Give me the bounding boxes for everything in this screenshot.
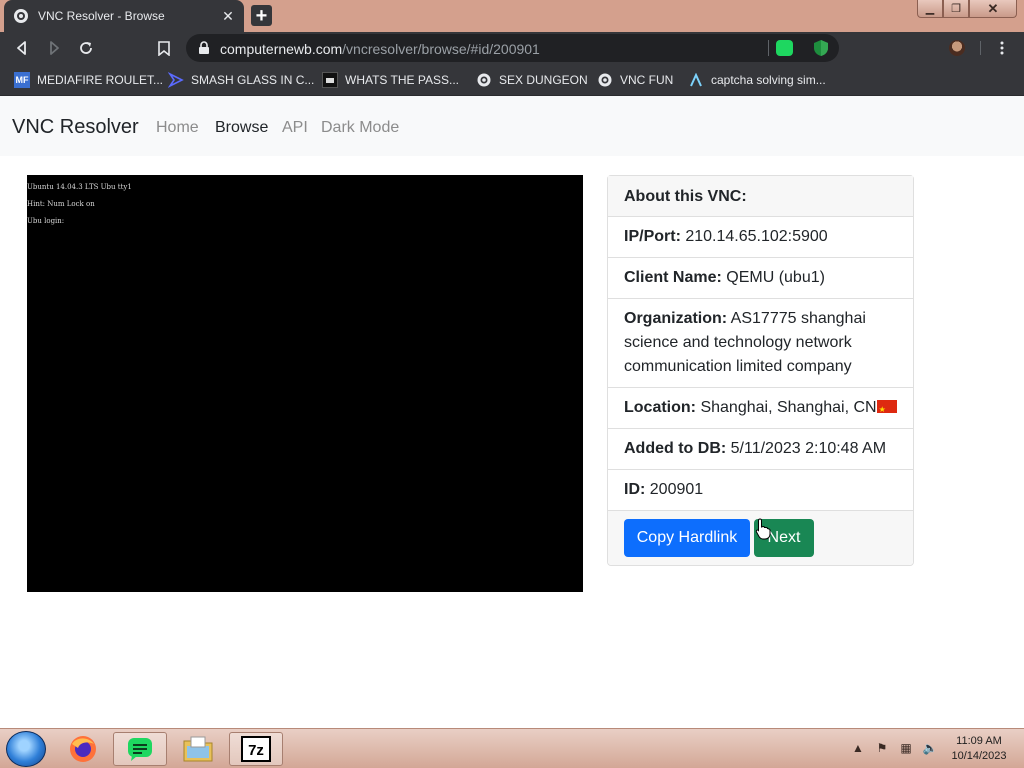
vnc-screenshot: Ubuntu 14.04.3 LTS Ubu tty1 Hint: Num Lo… xyxy=(27,175,583,592)
clock-date: 10/14/2023 xyxy=(951,750,1007,762)
bookmark-label: MEDIAFIRE ROULET... xyxy=(37,73,164,87)
card-header: About this VNC: xyxy=(608,176,913,217)
taskbar-clock[interactable]: 11:09 AM 10/14/2023 xyxy=(948,734,1010,764)
hand-cursor-icon xyxy=(755,518,771,540)
clock-time: 11:09 AM xyxy=(956,735,1002,747)
added-value: 5/11/2023 2:10:48 AM xyxy=(730,440,887,457)
client-value: QEMU (ubu1) xyxy=(726,269,825,286)
bookmark-icon xyxy=(158,40,170,56)
nav-api[interactable]: API xyxy=(282,119,308,137)
vnc-eye-icon xyxy=(597,72,613,88)
show-hidden-icons-button[interactable]: ▲ xyxy=(849,739,867,757)
bookmark-label: SMASH GLASS IN C... xyxy=(191,73,315,87)
bookmark-label: WHATS THE PASS... xyxy=(345,73,460,87)
window-maximize-button[interactable]: ❐ xyxy=(943,0,969,18)
vnc-console-line: Hint: Num Lock on xyxy=(27,200,95,208)
vnc-console-line: Ubuntu 14.04.3 LTS Ubu tty1 xyxy=(27,183,132,191)
toolbar-divider xyxy=(980,41,981,55)
vnc-resolver-favicon-icon xyxy=(14,9,28,23)
taskbar-7zip[interactable]: 7z xyxy=(229,732,283,766)
china-flag-icon xyxy=(876,398,897,422)
network-icon[interactable]: ▦ xyxy=(897,739,915,757)
bookmark-vnc-fun[interactable]: VNC FUN xyxy=(597,64,673,96)
back-arrow-icon xyxy=(17,41,26,55)
taskbar-chat-app[interactable] xyxy=(113,732,167,766)
smash-glass-icon xyxy=(168,72,184,88)
site-brand[interactable]: VNC Resolver xyxy=(12,116,139,139)
detail-client-name: Client Name: QEMU (ubu1) xyxy=(608,258,913,299)
taskbar-firefox[interactable] xyxy=(56,732,110,766)
volume-icon[interactable]: 🔈 xyxy=(921,739,939,757)
bookmark-button[interactable] xyxy=(154,38,174,58)
taskbar-file-explorer[interactable] xyxy=(171,732,225,766)
detail-added-to-db: Added to DB: 5/11/2023 2:10:48 AM xyxy=(608,429,913,470)
detail-location: Location: Shanghai, Shanghai, CN xyxy=(608,388,913,429)
org-label: Organization: xyxy=(624,310,728,327)
bookmark-sex-dungeon[interactable]: SEX DUNGEON xyxy=(476,64,588,96)
bookmark-label: SEX DUNGEON xyxy=(499,73,588,87)
back-button[interactable] xyxy=(12,38,32,58)
omnibox-divider xyxy=(768,40,769,56)
vnc-details-card: About this VNC: IP/Port: 210.14.65.102:5… xyxy=(607,175,914,566)
browser-tab[interactable]: VNC Resolver - Browse ✕ xyxy=(4,0,244,32)
detail-ip-port: IP/Port: 210.14.65.102:5900 xyxy=(608,217,913,258)
lock-icon xyxy=(199,41,209,54)
svg-text:7z: 7z xyxy=(248,742,264,759)
nav-browse[interactable]: Browse xyxy=(215,119,268,137)
tab-close-icon[interactable]: ✕ xyxy=(220,8,236,24)
nav-dark-mode[interactable]: Dark Mode xyxy=(321,119,399,137)
new-tab-button[interactable]: + xyxy=(251,5,272,26)
browser-menu-button[interactable] xyxy=(992,38,1012,58)
browser-titlebar: VNC Resolver - Browse ✕ + ▁ ❐ ✕ xyxy=(0,0,1024,32)
address-bar[interactable]: computernewb.com/vncresolver/browse/#id/… xyxy=(186,34,839,62)
vnc-console-line: Ubu login: xyxy=(27,217,65,225)
action-center-flag-icon[interactable]: ⚑ xyxy=(873,739,891,757)
forward-arrow-icon xyxy=(50,41,59,55)
bookmark-label: captcha solving sim... xyxy=(711,73,826,87)
url-host: computernewb.com xyxy=(220,41,343,57)
reload-button[interactable] xyxy=(76,38,96,58)
bookmark-label: VNC FUN xyxy=(620,73,674,87)
reload-icon xyxy=(80,42,92,54)
windows-taskbar: 7z ▲ ⚑ ▦ 🔈 11:09 AM 10/14/2023 xyxy=(0,728,1024,768)
copy-hardlink-button[interactable]: Copy Hardlink xyxy=(624,519,750,557)
client-label: Client Name: xyxy=(624,269,722,286)
ip-value: 210.14.65.102:5900 xyxy=(685,228,828,245)
ip-label: IP/Port: xyxy=(624,228,681,245)
nav-home[interactable]: Home xyxy=(156,119,199,137)
detail-id: ID: 200901 xyxy=(608,470,913,511)
start-button[interactable] xyxy=(6,731,46,767)
bookmarks-bar: MF MEDIAFIRE ROULET... SMASH GLASS IN C.… xyxy=(0,64,1024,96)
url-text: computernewb.com/vncresolver/browse/#id/… xyxy=(220,41,540,57)
id-value: 200901 xyxy=(649,481,704,498)
kebab-menu-icon xyxy=(1000,41,1004,55)
id-label: ID: xyxy=(624,481,646,498)
bookmark-whats-the-pass[interactable]: WHATS THE PASS... xyxy=(322,64,459,96)
tab-title: VNC Resolver - Browse xyxy=(38,9,165,23)
location-label: Location: xyxy=(624,399,696,416)
browser-toolbar: computernewb.com/vncresolver/browse/#id/… xyxy=(0,32,1024,64)
bookmark-mediafire[interactable]: MF MEDIAFIRE ROULET... xyxy=(14,64,163,96)
whats-the-pass-icon xyxy=(322,72,338,88)
extension-chat-icon[interactable] xyxy=(776,40,793,56)
mediafire-icon: MF xyxy=(14,72,30,88)
bookmark-smash-glass[interactable]: SMASH GLASS IN C... xyxy=(168,64,314,96)
site-navbar: VNC Resolver Home Browse API Dark Mode xyxy=(0,96,1024,156)
folder-icon xyxy=(183,736,213,762)
location-value: Shanghai, Shanghai, CN xyxy=(700,399,877,416)
extension-shield-icon[interactable] xyxy=(813,39,829,57)
captcha-lambda-icon xyxy=(688,72,704,88)
window-minimize-button[interactable]: ▁ xyxy=(917,0,943,18)
url-path: /vncresolver/browse/#id/200901 xyxy=(342,41,540,57)
firefox-icon xyxy=(70,736,96,762)
forward-button[interactable] xyxy=(44,38,64,58)
chat-app-icon xyxy=(128,738,152,761)
added-label: Added to DB: xyxy=(624,440,727,457)
7zip-icon: 7z xyxy=(241,736,271,762)
window-close-button[interactable]: ✕ xyxy=(969,0,1017,18)
detail-organization: Organization: AS17775 shanghai science a… xyxy=(608,299,913,388)
profile-avatar[interactable] xyxy=(949,40,965,56)
vnc-eye-icon xyxy=(476,72,492,88)
bookmark-captcha-solving[interactable]: captcha solving sim... xyxy=(688,64,826,96)
